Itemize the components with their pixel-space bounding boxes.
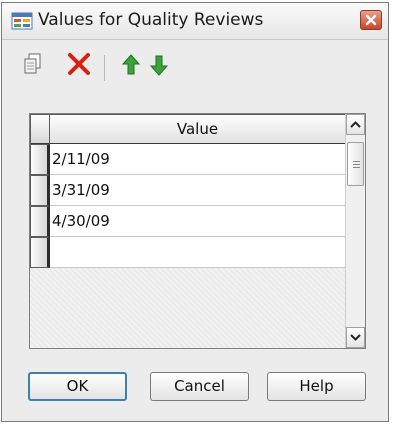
chevron-up-icon <box>350 121 361 128</box>
grid-header: Value <box>30 114 346 145</box>
thumb-grip <box>353 164 360 165</box>
value-cell[interactable]: 3/31/09 <box>50 175 346 206</box>
move-up-button[interactable] <box>118 51 144 79</box>
thumb-grip <box>353 167 360 168</box>
value-cell[interactable] <box>50 237 346 268</box>
copy-icon <box>24 53 41 74</box>
value-cell[interactable]: 2/11/09 <box>50 144 346 175</box>
cancel-button[interactable]: Cancel <box>150 372 249 401</box>
chevron-down-icon <box>350 334 361 341</box>
move-down-button[interactable] <box>146 51 172 79</box>
close-button[interactable] <box>360 10 382 30</box>
value-cell[interactable]: 4/30/09 <box>50 206 346 237</box>
values-grid: Value 2/11/09 3/31/09 4/30/09 <box>29 113 366 349</box>
vertical-scrollbar[interactable] <box>345 114 365 348</box>
thumb-grip <box>353 161 360 162</box>
toolbar-separator <box>104 55 105 81</box>
copy-button[interactable] <box>20 51 46 79</box>
dialog-app-icon <box>11 12 33 30</box>
help-button[interactable]: Help <box>267 372 366 401</box>
row-selector[interactable] <box>30 144 50 175</box>
scroll-up-button[interactable] <box>346 114 365 135</box>
table-row: 3/31/09 <box>30 175 346 206</box>
close-icon <box>365 14 377 26</box>
table-row-new <box>30 237 346 268</box>
delete-button[interactable] <box>66 51 92 79</box>
row-selector[interactable] <box>30 175 50 206</box>
window-title: Values for Quality Reviews <box>38 10 264 30</box>
arrow-down-icon <box>149 55 169 76</box>
dialog-window: Values for Quality Reviews Value 2/11/09… <box>1 2 389 422</box>
column-header-value[interactable]: Value <box>50 114 346 145</box>
grid-rows: 2/11/09 3/31/09 4/30/09 <box>30 144 346 268</box>
select-all-cell[interactable] <box>30 114 50 145</box>
arrow-up-icon <box>121 54 141 75</box>
row-selector[interactable] <box>30 237 50 268</box>
table-row: 2/11/09 <box>30 144 346 175</box>
scroll-thumb[interactable] <box>347 142 364 186</box>
title-bar[interactable]: Values for Quality Reviews <box>2 3 388 40</box>
row-selector[interactable] <box>30 206 50 237</box>
ok-button[interactable]: OK <box>28 372 127 401</box>
delete-icon <box>68 53 90 75</box>
toolbar <box>2 51 388 91</box>
scroll-down-button[interactable] <box>346 327 365 348</box>
table-row: 4/30/09 <box>30 206 346 237</box>
